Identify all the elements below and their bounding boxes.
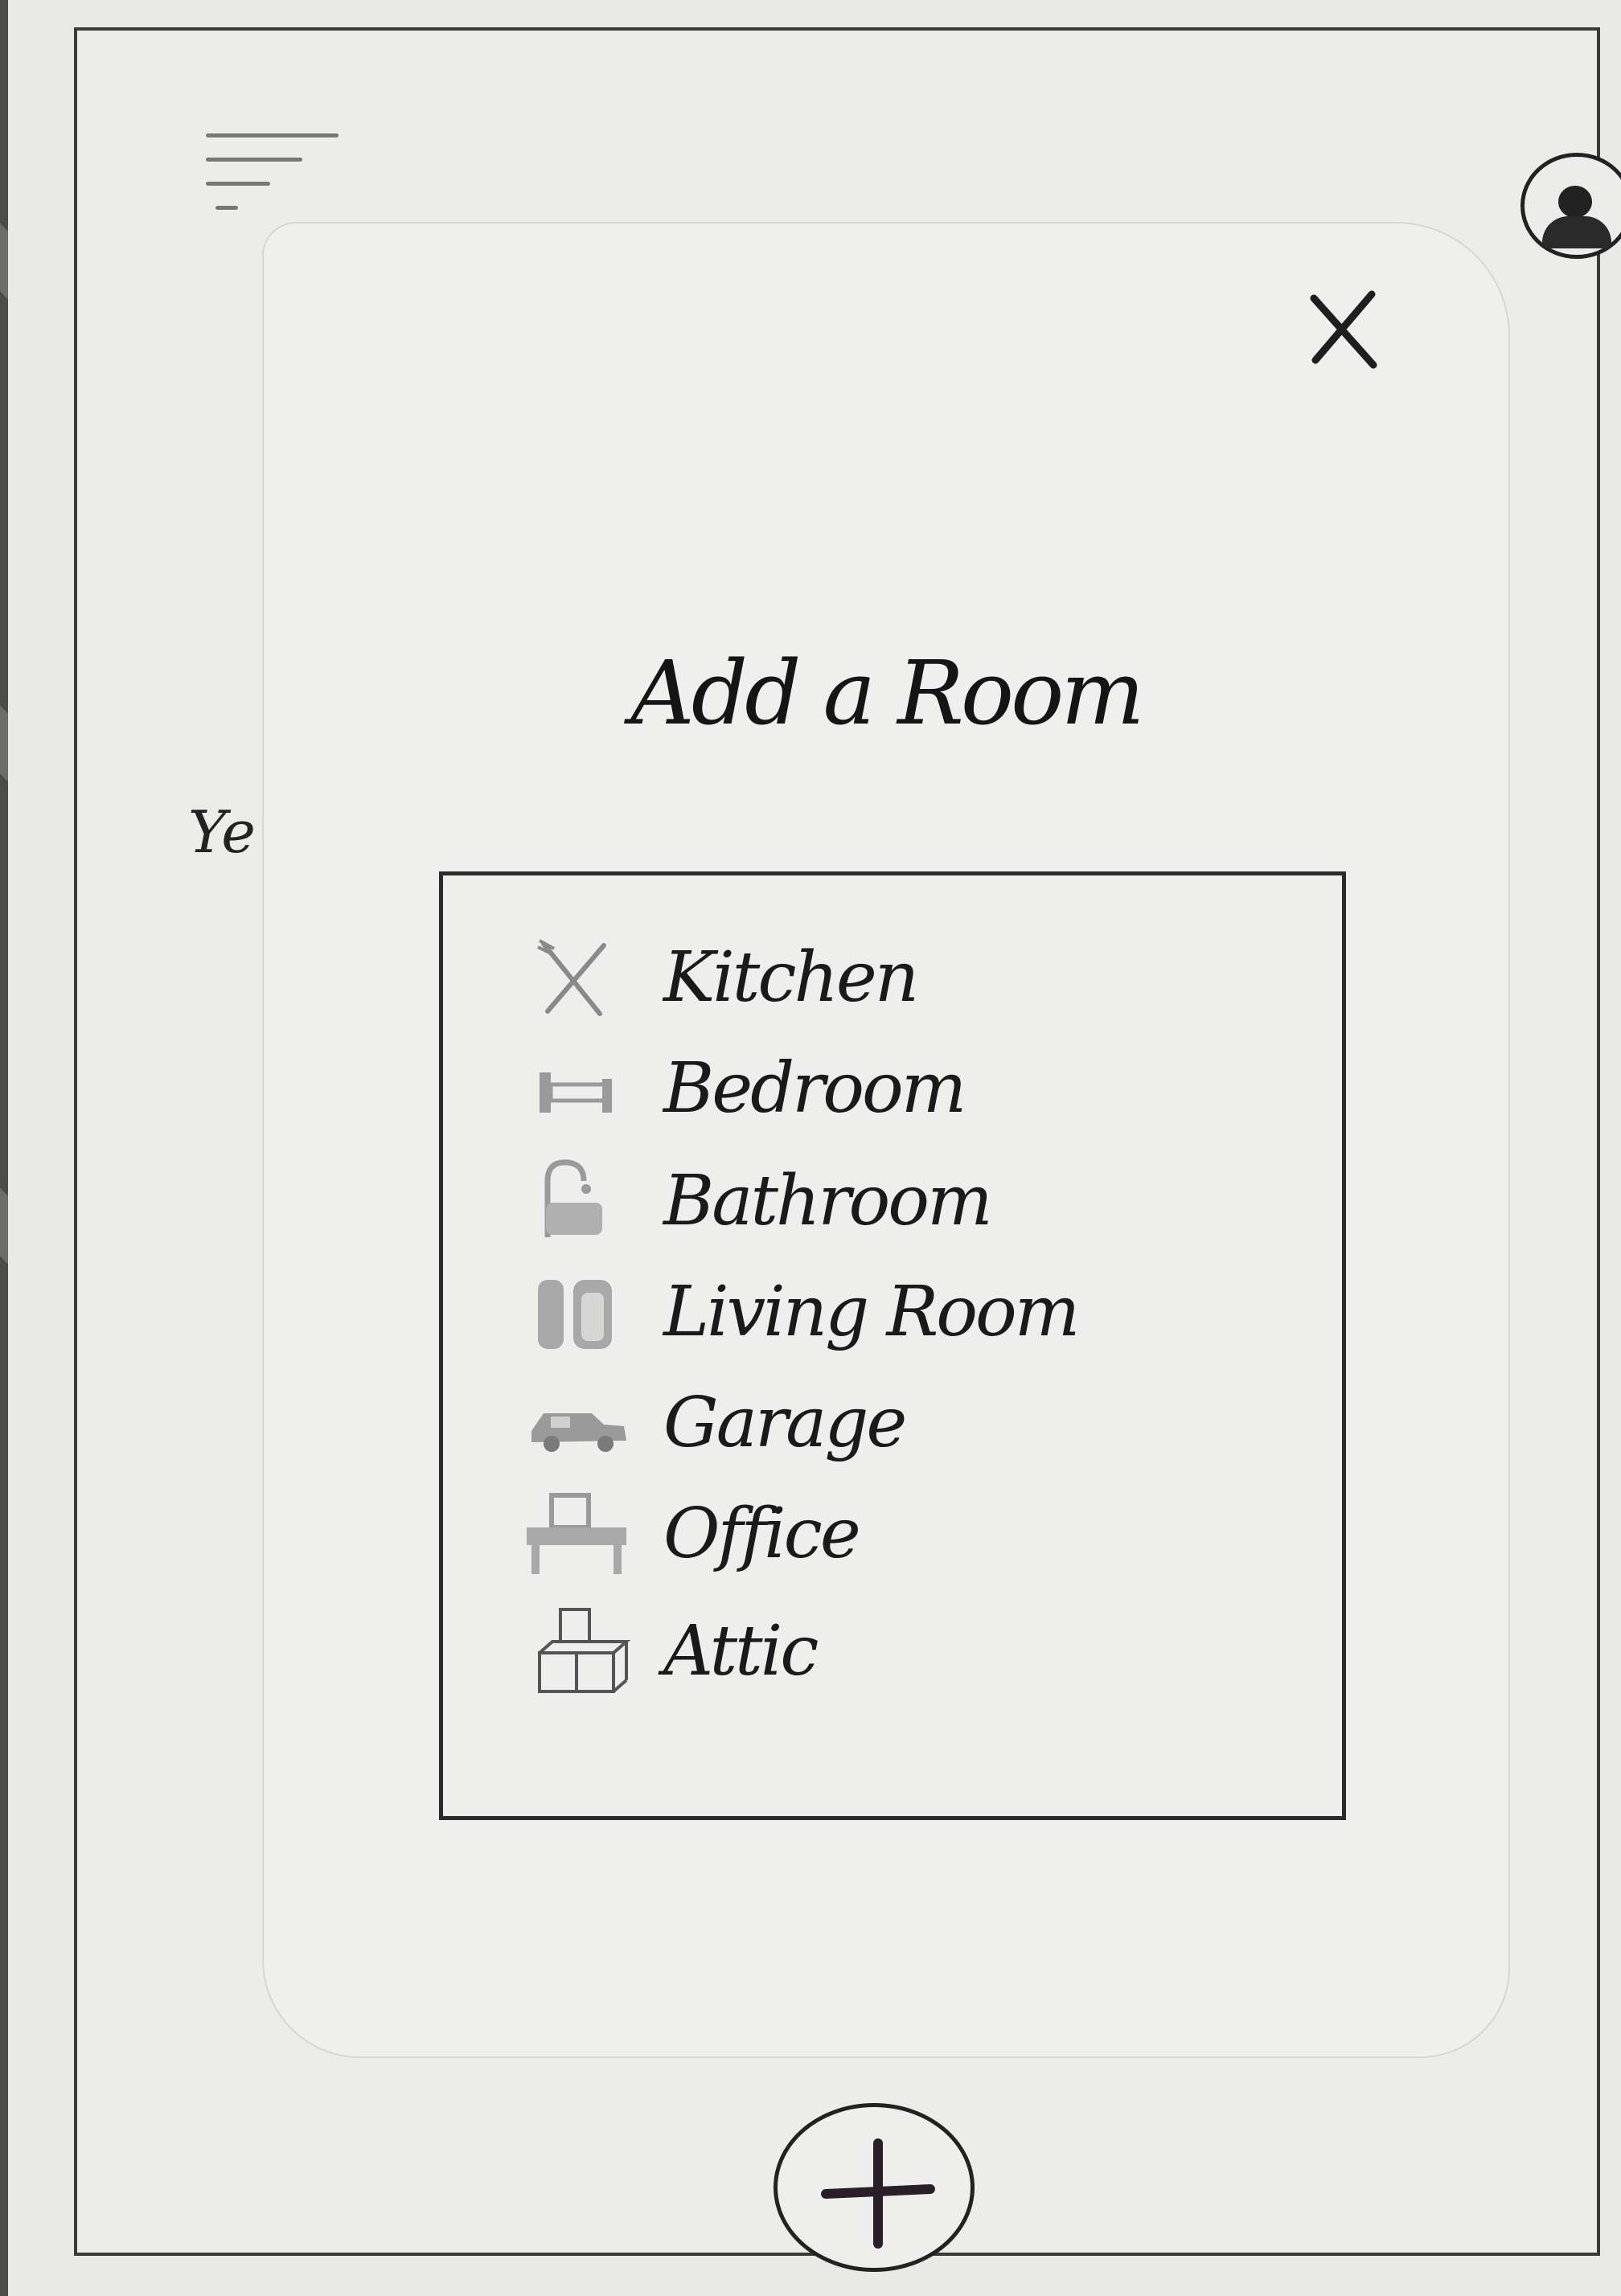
phone-screen: Ye Add a Room Kitchen Bedroom Bathroom L…: [74, 27, 1621, 2272]
add-room-modal: Add a Room Kitchen Bedroom Bathroom Livi…: [264, 223, 1508, 2056]
car-icon: [531, 1413, 626, 1452]
room-label: Bathroom: [663, 1161, 993, 1241]
desk-computer-icon: [527, 1493, 626, 1574]
fork-knife-icon: [537, 939, 606, 1016]
paper-sheet: Ye Add a Room Kitchen Bedroom Bathroom L…: [8, 0, 1621, 2296]
room-item-attic[interactable]: Attic: [515, 1599, 1239, 1704]
room-item-garage[interactable]: Garage: [515, 1371, 1239, 1475]
room-item-living-room[interactable]: Living Room: [515, 1260, 1239, 1364]
bed-icon: [540, 1072, 612, 1113]
modal-title: Add a Room: [630, 642, 1144, 744]
close-x-icon[interactable]: [1299, 286, 1388, 375]
plus-icon: [821, 2138, 935, 2249]
boxes-icon: [538, 1608, 631, 1693]
room-list: Kitchen Bedroom Bathroom Living Room Gar…: [439, 871, 1346, 1820]
room-item-office[interactable]: Office: [515, 1482, 1239, 1586]
room-item-kitchen[interactable]: Kitchen: [515, 925, 1239, 1030]
room-item-bedroom[interactable]: Bedroom: [515, 1036, 1239, 1141]
room-label: Attic: [663, 1611, 819, 1691]
add-room-button[interactable]: [774, 2103, 975, 2272]
room-label: Garage: [663, 1383, 907, 1463]
room-label: Living Room: [663, 1272, 1080, 1352]
user-avatar-icon[interactable]: [1520, 153, 1621, 259]
room-item-bathroom[interactable]: Bathroom: [515, 1149, 1239, 1253]
room-label: Office: [663, 1494, 861, 1574]
bathtub-icon: [544, 1159, 602, 1237]
armchair-icon: [538, 1280, 612, 1349]
room-label: Kitchen: [663, 937, 919, 1018]
hamburger-menu-icon[interactable]: [206, 125, 343, 222]
background-partial-text: Ye: [188, 798, 256, 866]
room-label: Bedroom: [663, 1048, 966, 1129]
